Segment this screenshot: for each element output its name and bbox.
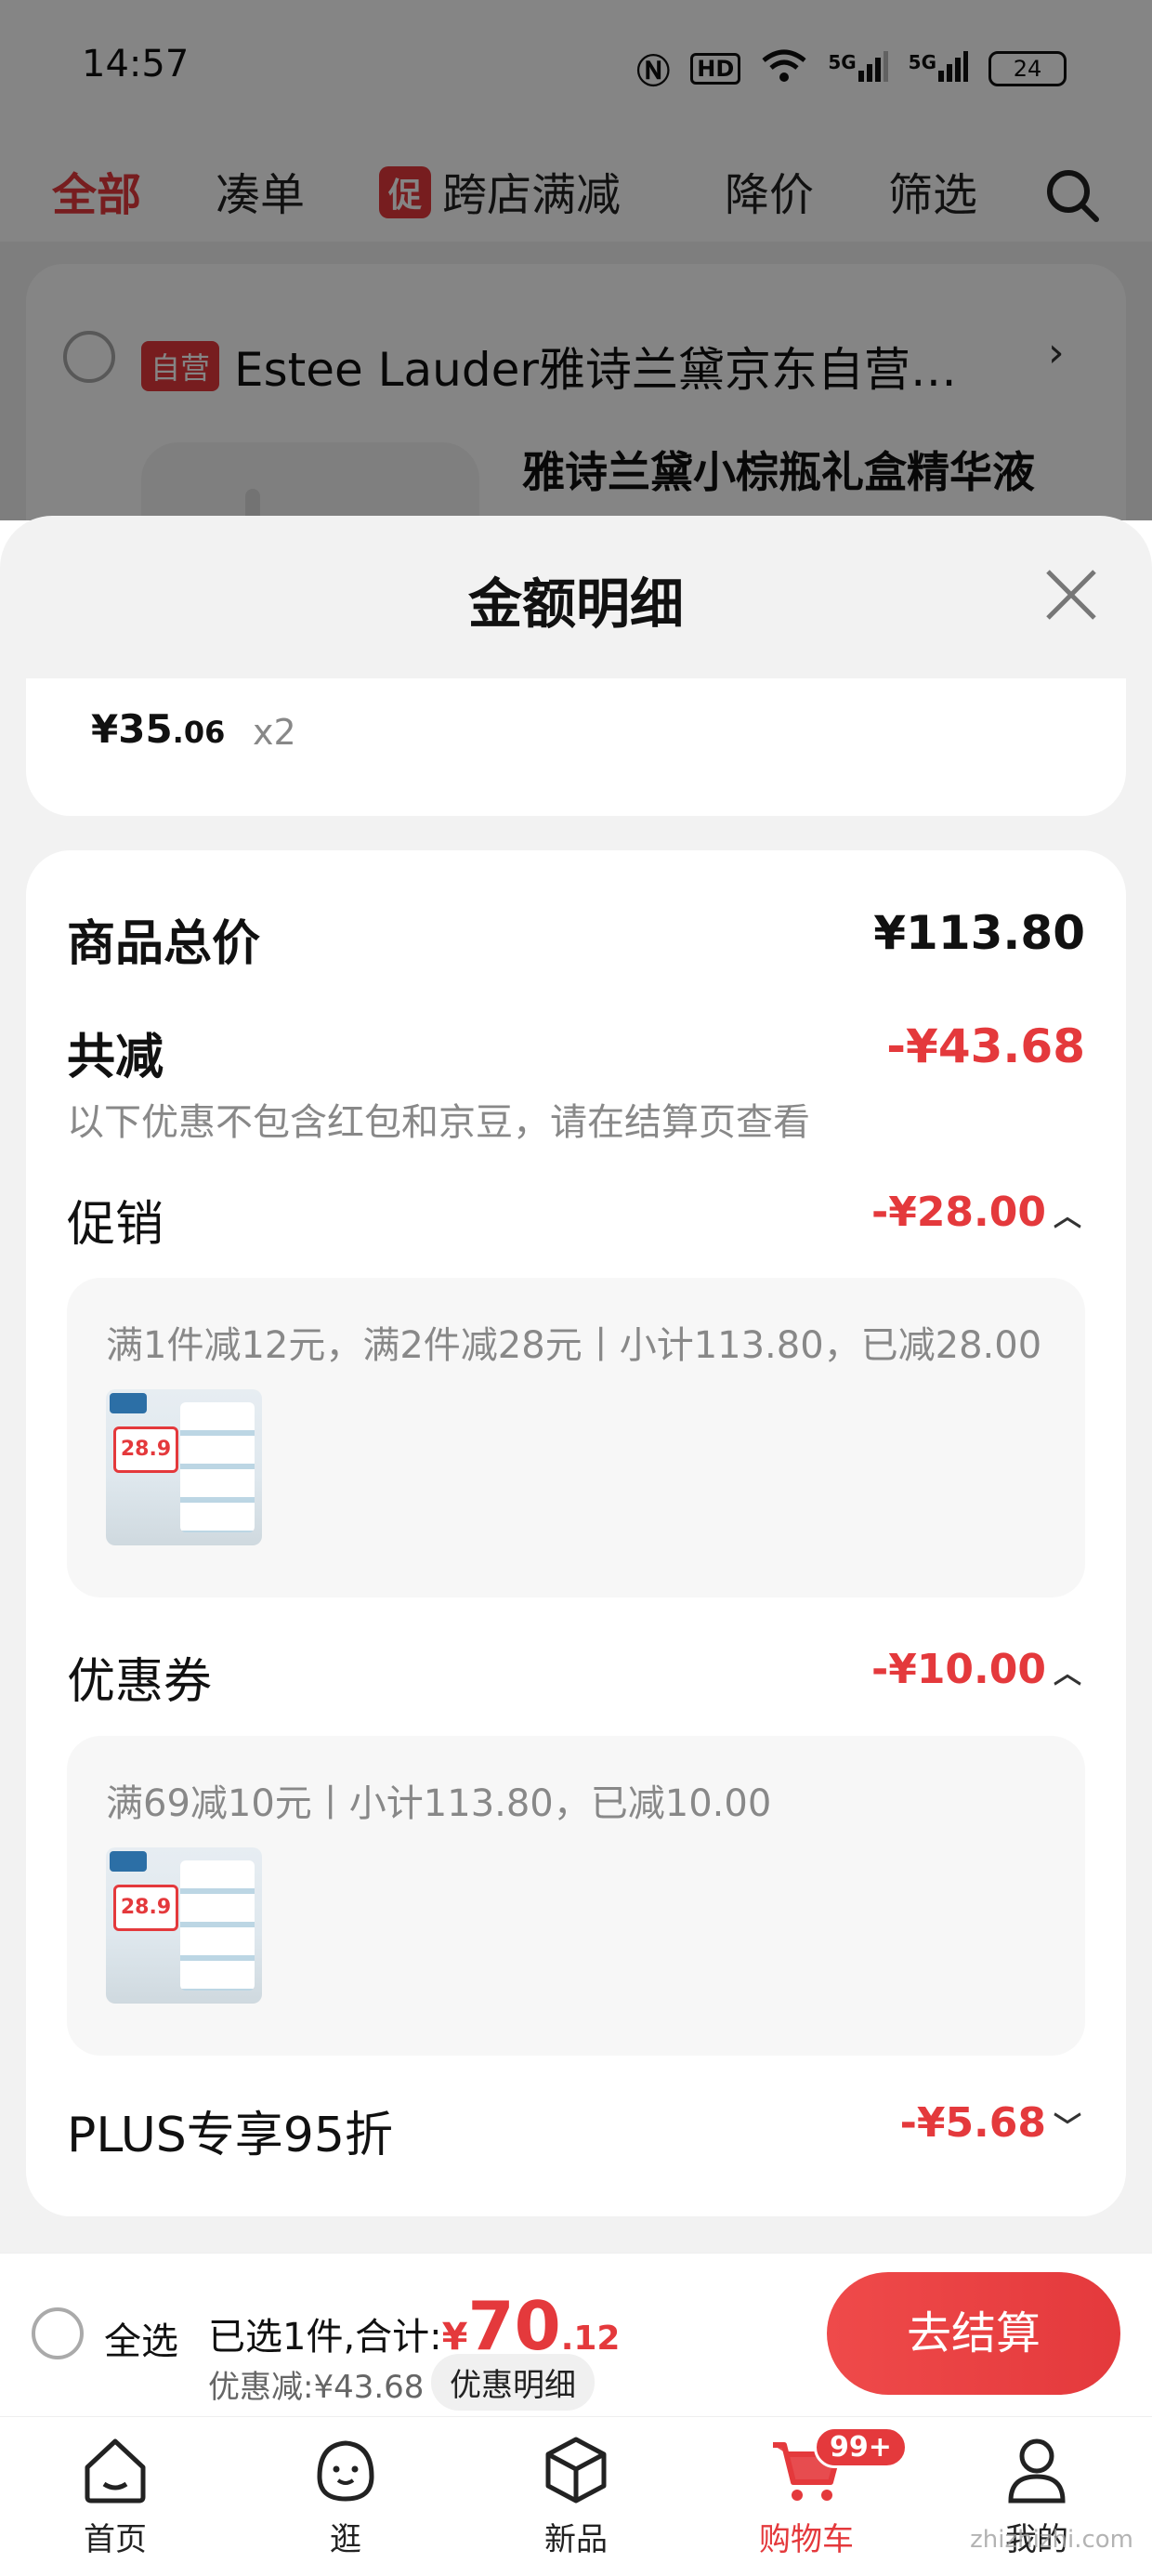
- coupon-detail-text: 满69减10元丨小计113.80，已减10.00: [106, 1782, 772, 1825]
- promo-label: 促销: [67, 1197, 164, 1253]
- price-label: 28.9: [113, 1885, 178, 1931]
- promo-value: -¥28.00: [871, 1189, 1046, 1236]
- nav-home-label: 首页: [84, 2521, 147, 2558]
- close-icon[interactable]: [1039, 562, 1104, 627]
- tissue-pack: [180, 1402, 255, 1532]
- chevron-up-icon: ︿: [1054, 1201, 1081, 1233]
- summary-prefix: 已选1件,合计:: [208, 2316, 442, 2359]
- brand-tag: [110, 1393, 147, 1413]
- home-icon: [76, 2430, 154, 2508]
- price-label: 28.9: [113, 1426, 178, 1473]
- coupon-product-image[interactable]: 28.9: [106, 1847, 262, 2004]
- sheet-title: 金额明细: [467, 572, 684, 636]
- cube-icon: [537, 2430, 615, 2508]
- dim-overlay[interactable]: [0, 0, 1152, 520]
- item-price-dec: .06: [172, 715, 226, 750]
- select-all-label[interactable]: 全选: [104, 2311, 178, 2365]
- checkout-button[interactable]: 去结算: [827, 2272, 1120, 2395]
- watermark: zhizhizhi.com: [970, 2526, 1133, 2554]
- browse-icon: [307, 2430, 385, 2508]
- reduce-value: -¥43.68: [886, 1019, 1085, 1073]
- chevron-down-icon: ﹀: [1054, 2111, 1081, 2144]
- discount-summary: 优惠减:¥43.68: [208, 2369, 425, 2406]
- nav-home[interactable]: 首页: [41, 2430, 190, 2559]
- nav-new-label: 新品: [544, 2521, 608, 2558]
- promo-detail-box: 满1件减12元，满2件减28元丨小计113.80，已减28.00 28.9: [67, 1278, 1085, 1597]
- total-label: 商品总价: [67, 916, 261, 972]
- item-price-int: ¥35: [91, 706, 173, 752]
- cart-summary-bar: 全选 已选1件,合计:¥70.12 优惠减:¥43.68 优惠明细 去结算: [0, 2253, 1152, 2416]
- plus-value: -¥5.68: [899, 2099, 1046, 2147]
- user-icon: [998, 2430, 1076, 2508]
- promo-detail-text: 满1件减12元，满2件减28元丨小计113.80，已减28.00: [106, 1324, 1042, 1367]
- nav-cart-label: 购物车: [759, 2521, 854, 2558]
- plus-toggle[interactable]: -¥5.68 ﹀: [900, 2099, 1081, 2147]
- brand-tag: [110, 1851, 147, 1872]
- bottom-nav: 首页 逛 新品 99+ 购物车 我的 zhizhizhi.com: [0, 2416, 1152, 2576]
- nav-browse-label: 逛: [330, 2521, 361, 2558]
- nav-cart[interactable]: 99+ 购物车: [732, 2426, 908, 2559]
- promo-product-image[interactable]: 28.9: [106, 1389, 262, 1545]
- coupon-toggle[interactable]: -¥10.00 ︿: [871, 1646, 1081, 1693]
- plus-label: PLUS专享95折: [67, 2108, 393, 2163]
- price-breakdown-card: 商品总价 ¥113.80 共减 -¥43.68 以下优惠不包含红包和京豆，请在结…: [26, 850, 1126, 2216]
- coupon-value: -¥10.00: [871, 1646, 1046, 1693]
- coupon-detail-box: 满69减10元丨小计113.80，已减10.00 28.9: [67, 1736, 1085, 2056]
- total-value: ¥113.80: [873, 906, 1085, 960]
- coupon-label: 优惠券: [67, 1654, 213, 1710]
- amount-detail-sheet: 金额明细 ¥35.06 x2 商品总价 ¥113.80 共减 -¥43.68 以…: [0, 516, 1152, 2254]
- item-card: ¥35.06 x2: [26, 678, 1126, 816]
- nav-browse[interactable]: 逛: [271, 2430, 420, 2559]
- item-quantity: x2: [253, 712, 296, 753]
- cart-count-badge: 99+: [814, 2426, 908, 2468]
- currency-symbol: ¥: [441, 2316, 468, 2359]
- item-price: ¥35.06: [91, 706, 225, 752]
- reduce-label: 共减: [67, 1030, 164, 1085]
- nav-new[interactable]: 新品: [502, 2430, 650, 2559]
- select-all-radio[interactable]: [32, 2307, 84, 2359]
- reduce-note: 以下优惠不包含红包和京豆，请在结算页查看: [67, 1101, 810, 1144]
- promo-toggle[interactable]: -¥28.00 ︿: [871, 1189, 1081, 1236]
- discount-detail-button[interactable]: 优惠明细: [431, 2354, 595, 2411]
- total-dec: .12: [560, 2320, 621, 2358]
- tissue-pack: [180, 1860, 255, 1991]
- chevron-up-icon: ︿: [1054, 1658, 1081, 1690]
